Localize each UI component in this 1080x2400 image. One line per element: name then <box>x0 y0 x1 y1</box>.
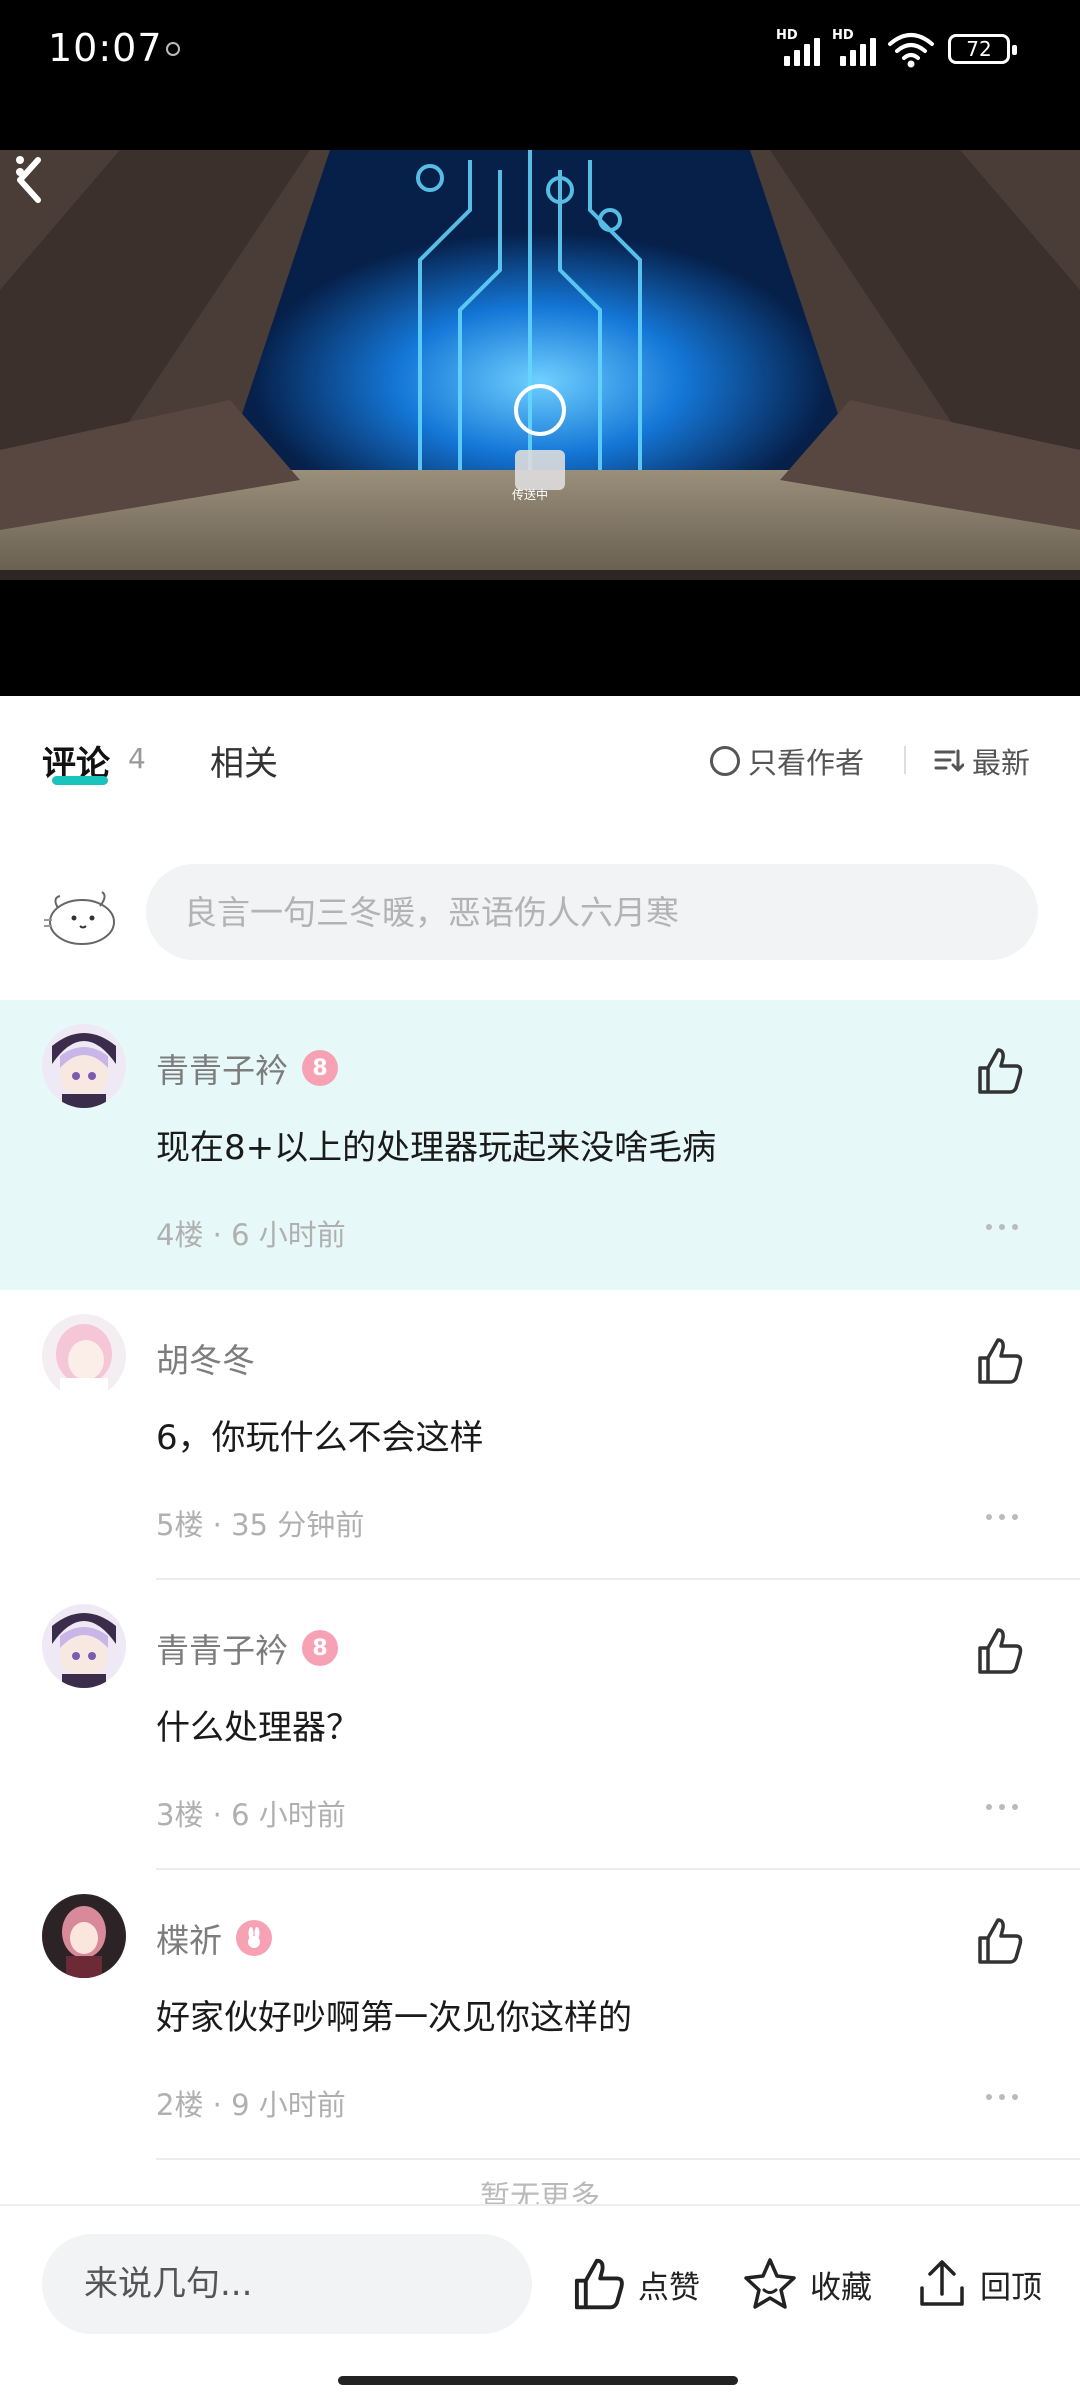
comment-text: 6，你玩什么不会这样 <box>156 1418 484 1458</box>
divider <box>904 746 906 774</box>
comment-item[interactable]: 青青子衿 8 什么处理器？ 3楼 · 6 小时前 <box>0 1580 1080 1870</box>
upload-arrow-icon <box>920 2260 964 2306</box>
more-horizontal-icon[interactable] <box>984 1802 1020 1812</box>
sort-button[interactable]: 最新 <box>934 740 1030 782</box>
like-button[interactable]: 点赞 <box>568 2254 700 2314</box>
favorite-label: 收藏 <box>810 2269 872 2306</box>
thumbs-up-icon <box>574 2258 624 2310</box>
bottom-action-bar: 来说几句... 点赞 收藏 回顶 <box>0 2204 1080 2400</box>
signal-icon: HD <box>832 28 882 66</box>
more-horizontal-icon[interactable] <box>984 1222 1020 1232</box>
sort-icon <box>934 749 964 772</box>
level-badge: 8 <box>302 1050 338 1086</box>
more-horizontal-icon[interactable] <box>984 2092 1020 2102</box>
comment-meta: 4楼 · 6 小时前 <box>156 1218 346 1252</box>
avatar[interactable] <box>42 1024 126 1108</box>
comment-author[interactable]: 青青子衿 8 <box>156 1044 338 1092</box>
level-badge <box>236 1920 272 1956</box>
comment-count: 4 <box>128 742 146 775</box>
comment-item[interactable]: 楪祈 好家伙好吵啊第一次见你这样的 2楼 · 9 小时前 <box>0 1870 1080 2160</box>
comment-tabs: 评论 4 相关 只看作者 最新 <box>0 696 1080 826</box>
tab-related[interactable]: 相关 <box>210 736 278 785</box>
comment-item[interactable]: 胡冬冬 6，你玩什么不会这样 5楼 · 35 分钟前 <box>0 1290 1080 1580</box>
star-icon <box>744 2258 796 2309</box>
reply-input[interactable]: 来说几句... <box>42 2234 532 2334</box>
more-horizontal-icon[interactable] <box>984 1512 1020 1522</box>
comment-text: 什么处理器？ <box>156 1708 360 1748</box>
thumbs-up-icon[interactable] <box>972 1334 1026 1388</box>
signal-icon: HD <box>776 28 826 66</box>
wifi-icon <box>888 33 934 68</box>
like-label: 点赞 <box>638 2269 700 2306</box>
status-time: 10:07 <box>48 26 163 70</box>
comment-text: 现在8+以上的处理器玩起来没啥毛病 <box>156 1128 717 1168</box>
compose-row <box>0 826 1080 1000</box>
avatar[interactable] <box>42 1604 126 1688</box>
thumbs-up-icon[interactable] <box>972 1914 1026 1968</box>
battery-icon: 72 <box>948 34 1017 64</box>
video-frame <box>0 150 1080 636</box>
thumbs-up-icon[interactable] <box>972 1044 1026 1098</box>
avatar[interactable] <box>42 1314 126 1398</box>
sort-label: 最新 <box>972 746 1031 780</box>
loading-label: 传送中 <box>512 488 549 502</box>
comment-input[interactable] <box>146 864 1038 960</box>
comment-meta: 3楼 · 6 小时前 <box>156 1798 346 1832</box>
divider <box>156 2158 1080 2160</box>
hamster-avatar-icon <box>44 891 115 945</box>
video-player[interactable]: 传送中 <box>0 100 1080 696</box>
back-to-top-button[interactable]: 回顶 <box>914 2254 1042 2314</box>
author-only-label: 只看作者 <box>748 746 865 780</box>
avatar[interactable] <box>42 1894 126 1978</box>
level-badge: 8 <box>302 1630 338 1666</box>
bunny-icon <box>248 1927 260 1948</box>
home-indicator[interactable] <box>338 2376 738 2385</box>
tab-active-indicator <box>52 776 108 785</box>
comment-author[interactable]: 青青子衿 8 <box>156 1624 338 1672</box>
comment-meta: 2楼 · 9 小时前 <box>156 2088 346 2122</box>
comment-item[interactable]: 青青子衿 8 现在8+以上的处理器玩起来没啥毛病 4楼 · 6 小时前 <box>0 1000 1080 1290</box>
notification-dot-icon <box>166 42 180 56</box>
no-more-label: 暂无更多 <box>480 2180 600 2206</box>
comment-author[interactable]: 楪祈 <box>156 1914 272 1962</box>
more-vertical-icon[interactable] <box>0 150 40 200</box>
thumbs-up-icon[interactable] <box>972 1624 1026 1678</box>
status-bar: 10:07 HD HD 72 <box>0 0 1080 100</box>
comment-author[interactable]: 胡冬冬 <box>156 1334 255 1382</box>
author-only-toggle[interactable]: 只看作者 <box>710 740 864 782</box>
favorite-button[interactable]: 收藏 <box>740 2254 872 2314</box>
comment-meta: 5楼 · 35 分钟前 <box>156 1508 365 1542</box>
comment-text: 好家伙好吵啊第一次见你这样的 <box>156 1998 632 2038</box>
back-to-top-label: 回顶 <box>980 2269 1042 2306</box>
radio-icon <box>710 746 740 776</box>
